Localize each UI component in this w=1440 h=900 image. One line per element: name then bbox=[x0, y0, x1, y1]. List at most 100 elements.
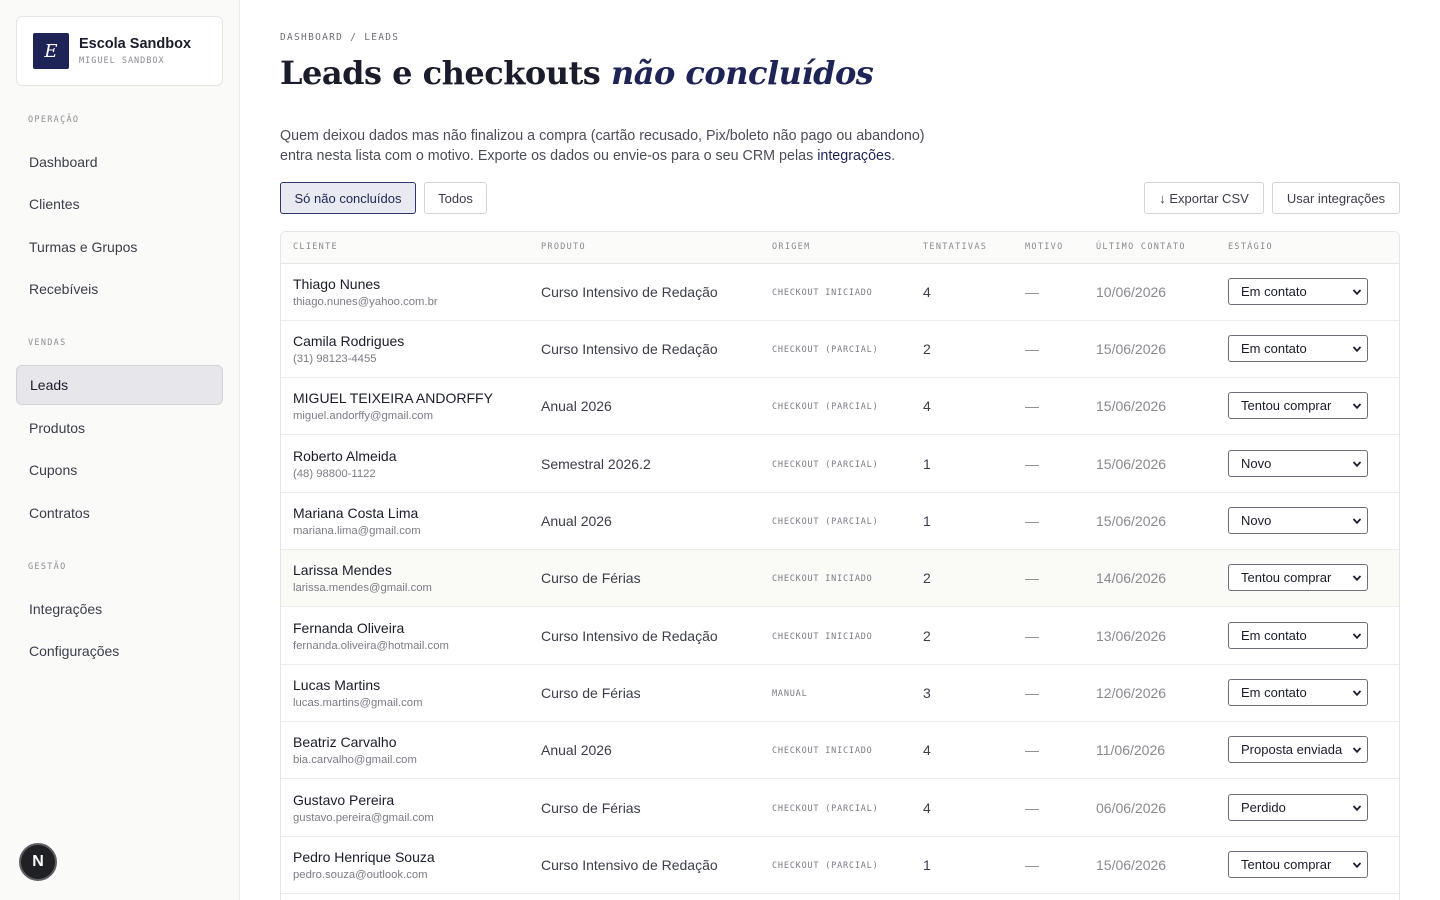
chevron-down-icon bbox=[1352, 461, 1362, 468]
stage-select[interactable]: Em contato bbox=[1228, 622, 1368, 649]
client-contact: miguel.andorffy@gmail.com bbox=[293, 410, 433, 422]
col-header-estagio: ESTÁGIO bbox=[1228, 242, 1273, 252]
origin-label: CHECKOUT INICIADO bbox=[772, 574, 873, 584]
table-row[interactable]: Mariana Costa Lima mariana.lima@gmail.com… bbox=[281, 493, 1399, 550]
stage-select-value: Em contato bbox=[1241, 685, 1307, 700]
sidebar-item-produtos[interactable]: Produtos bbox=[16, 408, 223, 448]
chevron-down-icon bbox=[1352, 633, 1362, 640]
integrations-link[interactable]: integrações bbox=[817, 148, 891, 164]
chevron-down-icon bbox=[1352, 747, 1362, 754]
nav-section-vendas: VENDAS bbox=[28, 338, 67, 348]
stage-select[interactable]: Novo bbox=[1228, 507, 1368, 534]
stage-select-value: Tentou comprar bbox=[1241, 570, 1332, 585]
stage-select[interactable]: Tentou comprar bbox=[1228, 851, 1368, 878]
table-row[interactable]: Beatriz Carvalho bia.carvalho@gmail.com An… bbox=[281, 722, 1399, 779]
origin-label: CHECKOUT INICIADO bbox=[772, 746, 873, 756]
reason-value: — bbox=[1025, 456, 1039, 472]
attempts-count: 1 bbox=[923, 857, 931, 873]
sidebar-item-leads[interactable]: Leads bbox=[16, 365, 223, 405]
attempts-count: 1 bbox=[923, 456, 931, 472]
sidebar-item-configuracoes[interactable]: Configurações bbox=[16, 631, 223, 671]
chevron-down-icon bbox=[1352, 289, 1362, 296]
stage-select[interactable]: Tentou comprar bbox=[1228, 392, 1368, 419]
stage-select[interactable]: Em contato bbox=[1228, 679, 1368, 706]
chevron-down-icon bbox=[1352, 805, 1362, 812]
brand-name: Escola Sandbox bbox=[79, 36, 192, 52]
filter-all-button[interactable]: Todos bbox=[424, 182, 487, 214]
stage-select-value: Novo bbox=[1241, 513, 1272, 528]
table-row[interactable]: Fernanda Oliveira fernanda.oliveira@hotma… bbox=[281, 608, 1399, 665]
origin-label: CHECKOUT (PARCIAL) bbox=[772, 345, 879, 355]
reason-value: — bbox=[1025, 857, 1039, 873]
stage-select[interactable]: Em contato bbox=[1228, 335, 1368, 362]
table-row[interactable]: MIGUEL TEIXEIRA ANDORFFY miguel.andorffy@… bbox=[281, 378, 1399, 435]
filter-only-unfinished-button[interactable]: Só não concluídos bbox=[280, 182, 416, 214]
sidebar-item-turmas[interactable]: Turmas e Grupos bbox=[16, 227, 223, 267]
attempts-count: 4 bbox=[923, 800, 931, 816]
last-contact-date: 06/06/2026 bbox=[1096, 800, 1167, 816]
stage-select[interactable]: Proposta enviada bbox=[1228, 736, 1368, 763]
client-contact: (48) 98800-1122 bbox=[293, 468, 376, 480]
client-contact: bia.carvalho@gmail.com bbox=[293, 754, 417, 766]
leads-table: CLIENTE PRODUTO ORIGEM TENTATIVAS MOTIVO… bbox=[280, 231, 1400, 900]
client-contact: fernanda.oliveira@hotmail.com bbox=[293, 640, 449, 652]
origin-label: MANUAL bbox=[772, 689, 808, 699]
sidebar-item-dashboard[interactable]: Dashboard bbox=[16, 142, 223, 182]
brand-card[interactable]: E Escola Sandbox MIGUEL SANDBOX bbox=[16, 16, 223, 86]
stage-select-value: Em contato bbox=[1241, 341, 1307, 356]
reason-value: — bbox=[1025, 800, 1039, 816]
table-row[interactable]: Camila Rodrigues (31) 98123-4455 Curso Int… bbox=[281, 321, 1399, 378]
reason-value: — bbox=[1025, 685, 1039, 701]
col-header-motivo: MOTIVO bbox=[1025, 242, 1064, 252]
last-contact-date: 15/06/2026 bbox=[1096, 857, 1167, 873]
table-header: CLIENTE PRODUTO ORIGEM TENTATIVAS MOTIVO… bbox=[281, 232, 1399, 264]
sidebar-item-cupons[interactable]: Cupons bbox=[16, 450, 223, 490]
sidebar-item-integracoes[interactable]: Integrações bbox=[16, 589, 223, 629]
use-integrations-button[interactable]: Usar integrações bbox=[1272, 182, 1400, 214]
stage-select[interactable]: Novo bbox=[1228, 450, 1368, 477]
last-contact-date: 11/06/2026 bbox=[1096, 742, 1166, 758]
table-row[interactable]: Gustavo Pereira gustavo.pereira@gmail.com… bbox=[281, 780, 1399, 837]
origin-label: CHECKOUT (PARCIAL) bbox=[772, 517, 879, 527]
attempts-count: 4 bbox=[923, 398, 931, 414]
table-row[interactable]: Roberto Almeida (48) 98800-1122 Semestral … bbox=[281, 436, 1399, 493]
col-header-produto: PRODUTO bbox=[541, 242, 586, 252]
client-contact: pedro.souza@outlook.com bbox=[293, 869, 428, 881]
stage-select[interactable]: Em contato bbox=[1228, 278, 1368, 305]
client-name: Fernanda Oliveira bbox=[293, 620, 405, 636]
sidebar-item-contratos[interactable]: Contratos bbox=[16, 493, 223, 533]
client-contact: thiago.nunes@yahoo.com.br bbox=[293, 296, 438, 308]
last-contact-date: 10/06/2026 bbox=[1096, 284, 1167, 300]
chevron-down-icon bbox=[1352, 518, 1362, 525]
desc-end: . bbox=[891, 148, 896, 164]
origin-label: CHECKOUT INICIADO bbox=[772, 288, 873, 298]
client-name: Pedro Henrique Souza bbox=[293, 849, 435, 865]
nav-section-operacao: OPERAÇÃO bbox=[28, 115, 80, 125]
sidebar: E Escola Sandbox MIGUEL SANDBOX OPERAÇÃO… bbox=[0, 0, 240, 900]
dev-tools-button[interactable]: N bbox=[19, 843, 57, 881]
stage-select[interactable]: Perdido bbox=[1228, 794, 1368, 821]
stage-select-value: Perdido bbox=[1241, 800, 1286, 815]
table-row[interactable]: Larissa Mendes larissa.mendes@gmail.com Cu… bbox=[281, 550, 1399, 607]
table-row[interactable]: Pedro Henrique Souza pedro.souza@outlook.… bbox=[281, 837, 1399, 894]
reason-value: — bbox=[1025, 341, 1039, 357]
attempts-count: 3 bbox=[923, 685, 931, 701]
attempts-count: 4 bbox=[923, 284, 931, 300]
last-contact-date: 15/06/2026 bbox=[1096, 398, 1167, 414]
product-name: Curso de Férias bbox=[541, 570, 641, 586]
stage-select-value: Novo bbox=[1241, 456, 1272, 471]
page-title: Leads e checkouts não concluídos bbox=[280, 54, 874, 92]
origin-label: CHECKOUT (PARCIAL) bbox=[772, 861, 879, 871]
stage-select[interactable]: Tentou comprar bbox=[1228, 564, 1368, 591]
main-content: DASHBOARD / LEADS Leads e checkouts não … bbox=[280, 0, 1400, 900]
product-name: Anual 2026 bbox=[541, 398, 612, 414]
sidebar-item-recebiveis[interactable]: Recebíveis bbox=[16, 269, 223, 309]
nav-section-gestao: GESTÃO bbox=[28, 562, 67, 572]
export-csv-button[interactable]: ↓ Exportar CSV bbox=[1144, 182, 1264, 214]
sidebar-item-clientes[interactable]: Clientes bbox=[16, 184, 223, 224]
page-description: Quem deixou dados mas não finalizou a co… bbox=[280, 126, 980, 166]
table-row[interactable]: Thiago Nunes thiago.nunes@yahoo.com.br Cur… bbox=[281, 264, 1399, 321]
table-row[interactable]: Lucas Martins lucas.martins@gmail.com Curs… bbox=[281, 665, 1399, 722]
last-contact-date: 14/06/2026 bbox=[1096, 570, 1167, 586]
reason-value: — bbox=[1025, 513, 1039, 529]
